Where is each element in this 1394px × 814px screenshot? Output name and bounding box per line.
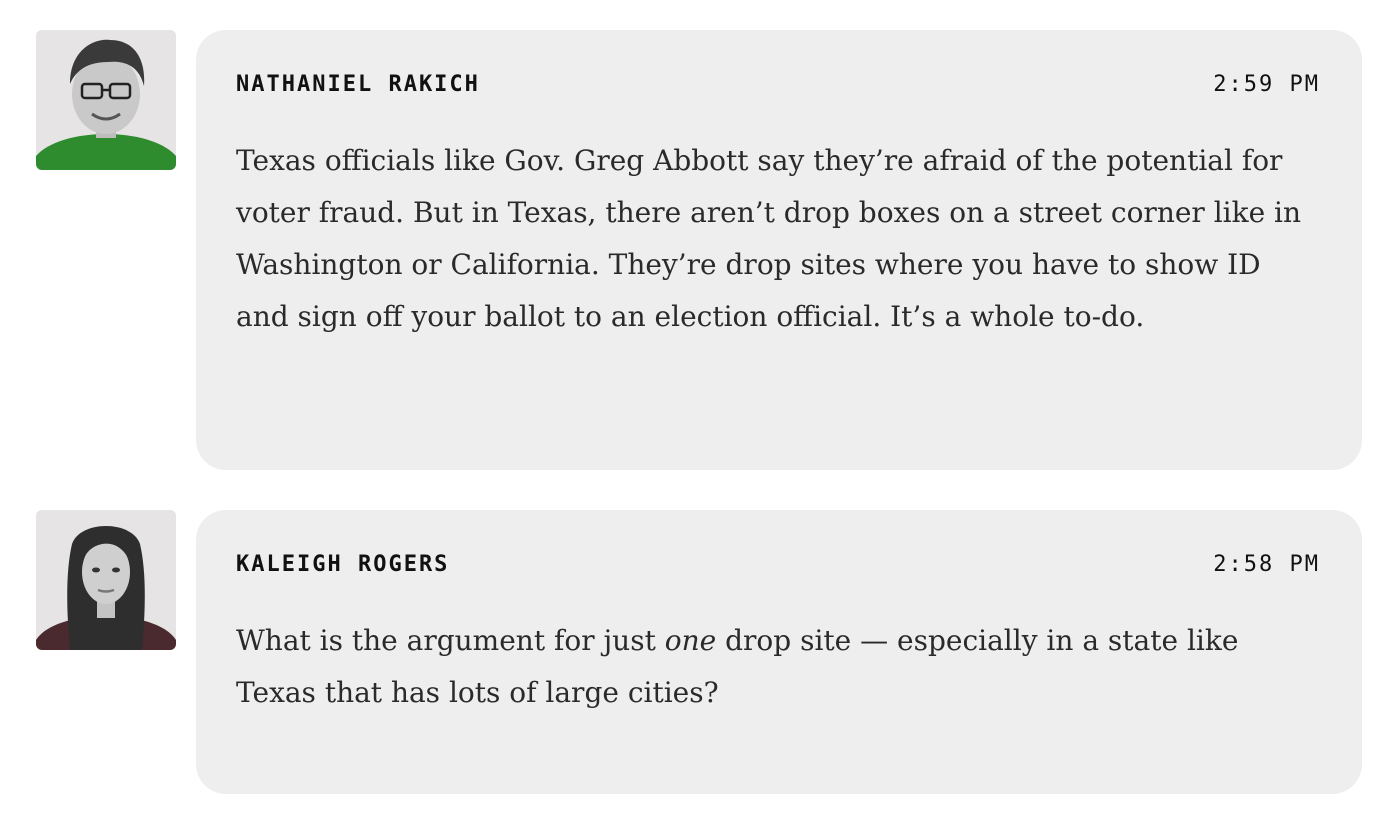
avatar-image [36,510,176,650]
message-text-part: What is the argument for just [236,624,665,657]
message-bubble: NATHANIEL RAKICH 2:59 PM Texas officials… [196,30,1362,470]
avatar[interactable] [36,510,176,650]
author-name[interactable]: KALEIGH ROGERS [236,552,449,577]
message-text: What is the argument for just one drop s… [236,615,1306,719]
message-text: Texas officials like Gov. Greg Abbott sa… [236,144,1302,333]
message-timestamp: 2:59 PM [1213,72,1320,97]
author-name[interactable]: NATHANIEL RAKICH [236,72,480,97]
avatar[interactable] [36,30,176,170]
avatar-image [36,30,176,170]
chat-message: NATHANIEL RAKICH 2:59 PM Texas officials… [0,30,1394,470]
message-timestamp: 2:58 PM [1213,552,1320,577]
message-bubble: KALEIGH ROGERS 2:58 PM What is the argum… [196,510,1362,794]
message-text-emphasis: one [664,624,717,657]
chat-message: KALEIGH ROGERS 2:58 PM What is the argum… [0,510,1394,794]
